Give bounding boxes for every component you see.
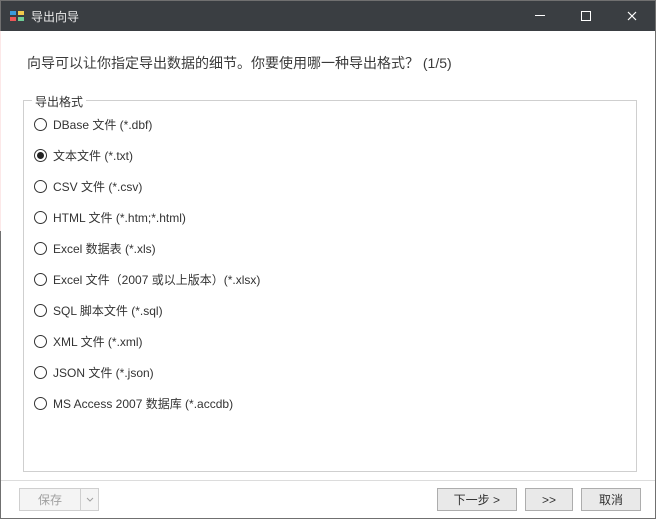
decorative-strip [0,31,1,231]
format-option[interactable]: CSV 文件 (*.csv) [34,171,626,202]
radio-input[interactable] [34,242,47,255]
format-label: Excel 数据表 (*.xls) [53,240,156,257]
window-title: 导出向导 [31,8,517,25]
window-controls [517,1,655,31]
chevron-down-icon [86,496,94,504]
format-label: MS Access 2007 数据库 (*.accdb) [53,395,233,412]
format-label: DBase 文件 (*.dbf) [53,116,152,133]
save-split-button: 保存 [19,488,99,511]
export-format-group: 导出格式 DBase 文件 (*.dbf)文本文件 (*.txt)CSV 文件 … [23,100,637,472]
step-indicator: (1/5) [423,55,452,71]
radio-input[interactable] [34,211,47,224]
format-label: SQL 脚本文件 (*.sql) [53,302,163,319]
maximize-button[interactable] [563,1,609,31]
format-label: 文本文件 (*.txt) [53,147,133,164]
export-wizard-window: 导出向导 向导可以让你指定导出数据的细节。你要使用哪一种导出格式？ (1/5) … [0,0,656,519]
radio-input[interactable] [34,366,47,379]
format-option[interactable]: MS Access 2007 数据库 (*.accdb) [34,388,626,419]
radio-input[interactable] [34,335,47,348]
wizard-footer: 保存 下一步 > >> 取消 [1,480,655,518]
close-button[interactable] [609,1,655,31]
format-option[interactable]: Excel 文件（2007 或以上版本）(*.xlsx) [34,264,626,295]
skip-to-end-button[interactable]: >> [525,488,573,511]
format-option[interactable]: JSON 文件 (*.json) [34,357,626,388]
minimize-button[interactable] [517,1,563,31]
radio-input[interactable] [34,304,47,317]
cancel-button[interactable]: 取消 [581,488,641,511]
format-options: DBase 文件 (*.dbf) 文本文件 (*.txt) CSV 文件 (*.cs… [34,109,626,419]
format-label: CSV 文件 (*.csv) [53,178,142,195]
format-option[interactable]: XML 文件 (*.xml) [34,326,626,357]
format-label: JSON 文件 (*.json) [53,364,154,381]
radio-input[interactable] [34,180,47,193]
wizard-prompt: 向导可以让你指定导出数据的细节。你要使用哪一种导出格式？ (1/5) [27,53,633,74]
titlebar: 导出向导 [1,1,655,31]
save-dropdown-button[interactable] [81,488,99,511]
next-button[interactable]: 下一步 > [437,488,517,511]
radio-input[interactable] [34,149,47,162]
save-button[interactable]: 保存 [19,488,81,511]
format-option[interactable]: HTML 文件 (*.htm;*.html) [34,202,626,233]
radio-input[interactable] [34,273,47,286]
radio-input[interactable] [34,118,47,131]
format-label: HTML 文件 (*.htm;*.html) [53,209,186,226]
format-option[interactable]: DBase 文件 (*.dbf) [34,109,626,140]
format-option[interactable]: SQL 脚本文件 (*.sql) [34,295,626,326]
group-legend: 导出格式 [32,93,86,110]
format-option[interactable]: Excel 数据表 (*.xls) [34,233,626,264]
format-option[interactable]: 文本文件 (*.txt) [34,140,626,171]
radio-input[interactable] [34,397,47,410]
format-label: XML 文件 (*.xml) [53,333,143,350]
app-icon [9,8,25,24]
format-label: Excel 文件（2007 或以上版本）(*.xlsx) [53,271,260,288]
content-area: 向导可以让你指定导出数据的细节。你要使用哪一种导出格式？ (1/5) 导出格式 … [1,31,655,480]
prompt-text: 向导可以让你指定导出数据的细节。你要使用哪一种导出格式？ [27,55,419,71]
